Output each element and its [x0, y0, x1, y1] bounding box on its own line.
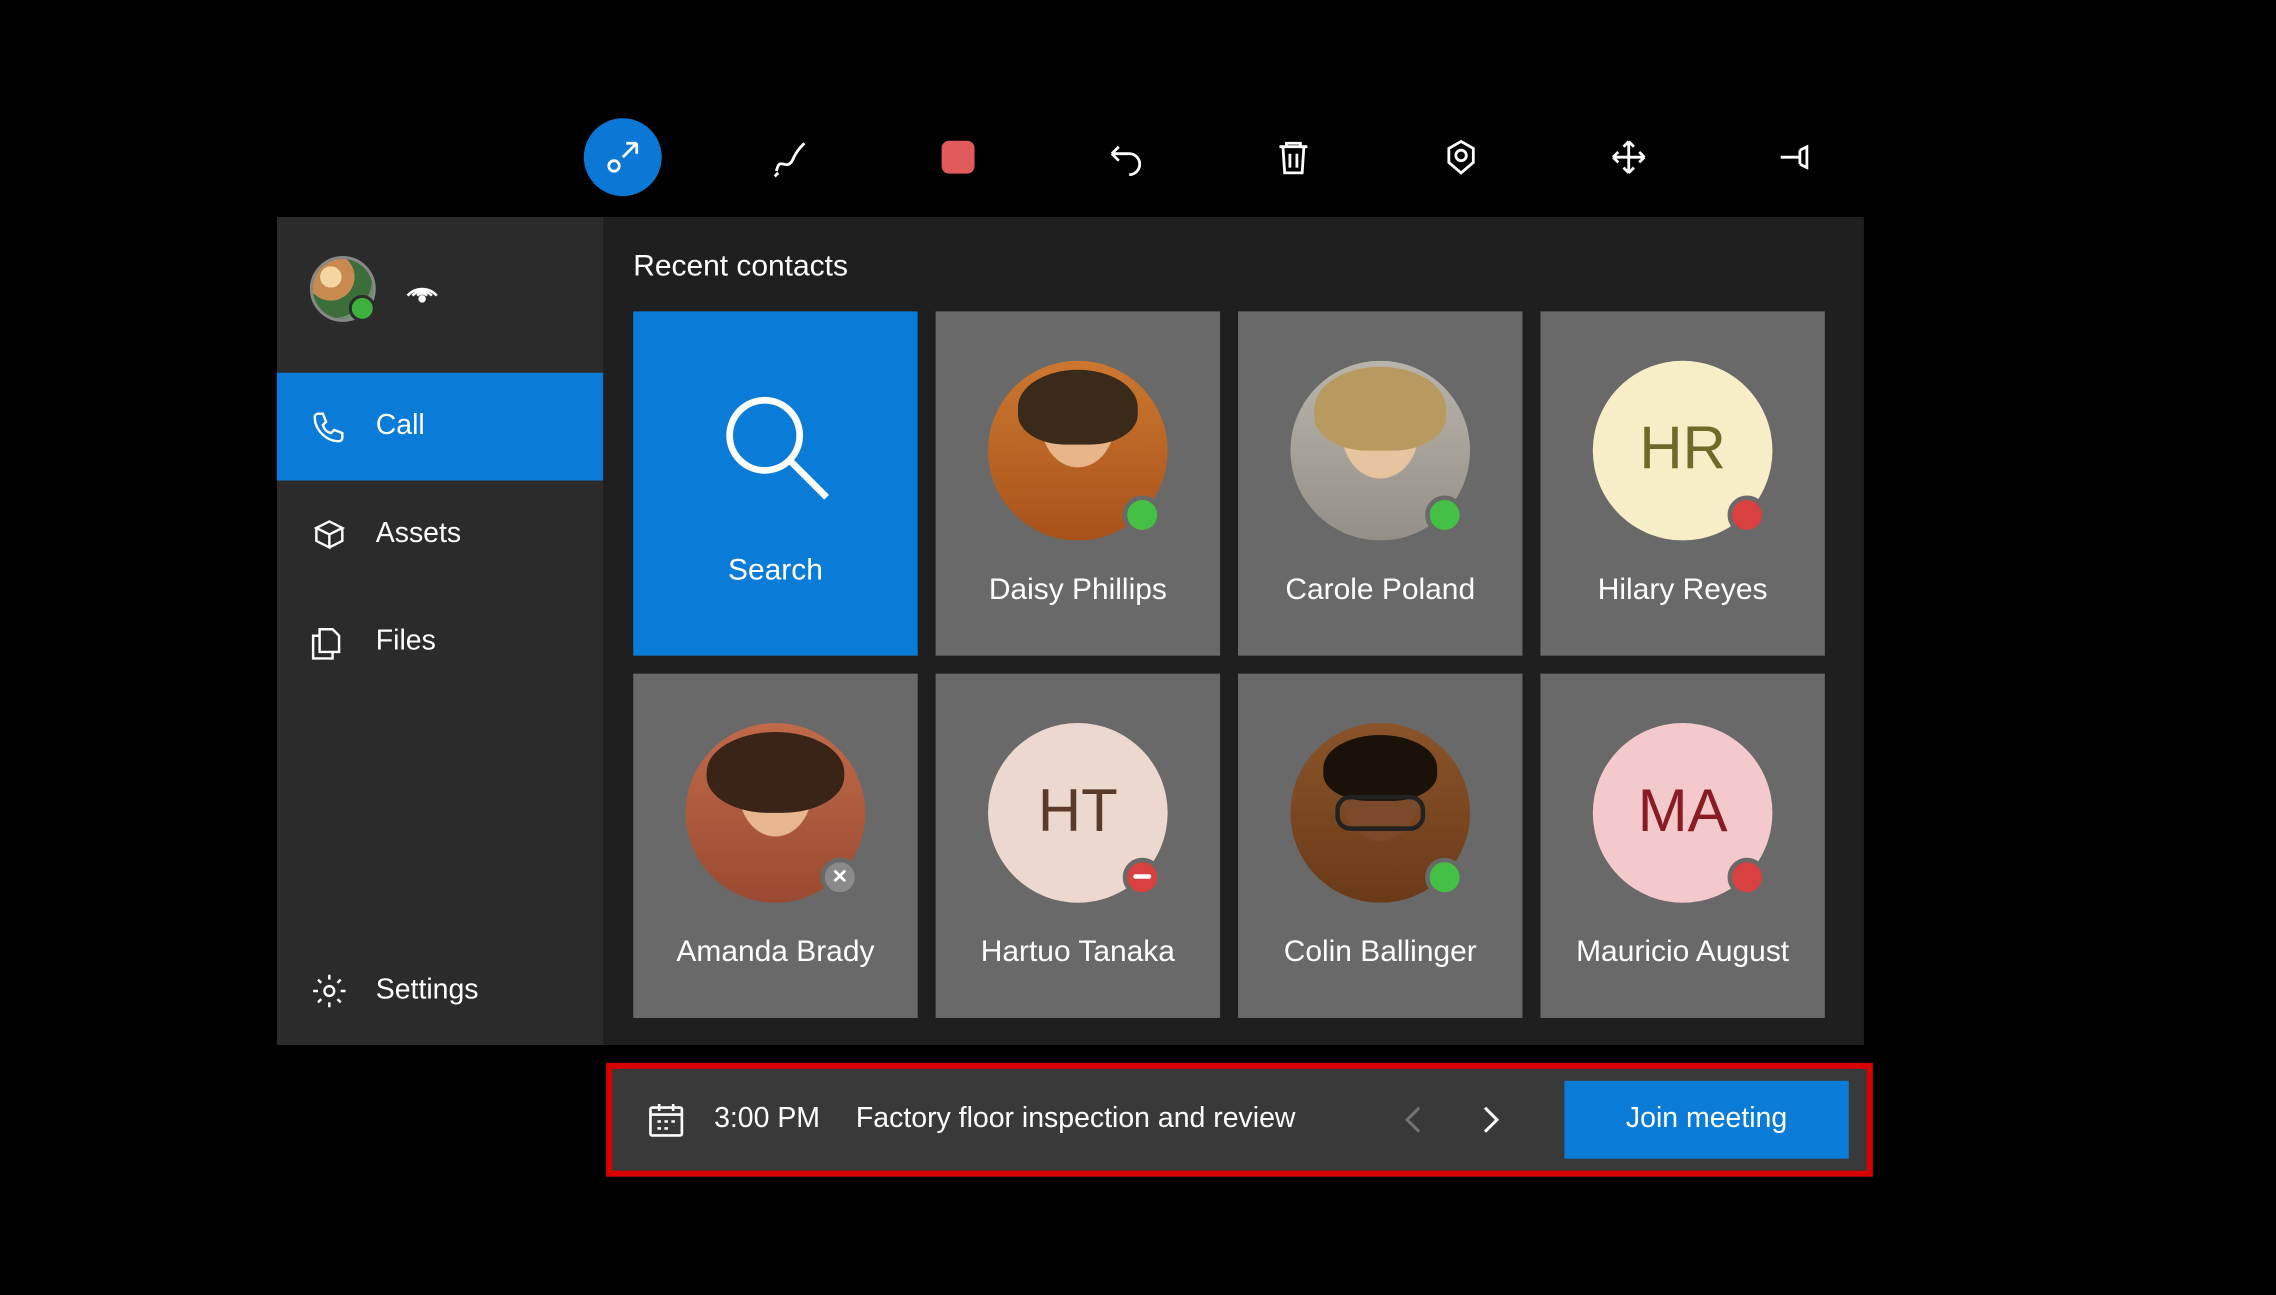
- contact-avatar: [1290, 722, 1470, 902]
- presence-badge: [1425, 495, 1464, 534]
- contact-name: Hilary Reyes: [1598, 573, 1768, 607]
- join-meeting-label: Join meeting: [1626, 1103, 1787, 1136]
- box-icon: [310, 515, 349, 554]
- sidebar-item-call[interactable]: Call: [277, 373, 603, 481]
- contact-name: Hartuo Tanaka: [981, 935, 1175, 969]
- sidebar-item-label: Settings: [376, 975, 479, 1008]
- network-status-icon: [403, 266, 442, 312]
- phone-icon: [310, 407, 349, 446]
- content-area: Recent contacts Search Daisy Phillips Car…: [603, 217, 1863, 1045]
- meeting-next-button[interactable]: [1466, 1094, 1517, 1145]
- presence-badge: [1123, 495, 1162, 534]
- files-icon: [310, 623, 349, 662]
- contact-tile[interactable]: HT Hartuo Tanaka: [936, 674, 1220, 1018]
- contact-tile[interactable]: Carole Poland: [1238, 311, 1522, 655]
- presence-badge: [1425, 857, 1464, 896]
- contact-tile[interactable]: Daisy Phillips: [936, 311, 1220, 655]
- red-square-icon: [942, 141, 975, 174]
- contact-name: Colin Ballinger: [1284, 935, 1477, 969]
- contact-tile[interactable]: MA Mauricio August: [1540, 674, 1824, 1018]
- user-avatar[interactable]: [310, 256, 376, 322]
- undo-tool-button[interactable]: [1087, 118, 1165, 196]
- contact-name: Daisy Phillips: [989, 573, 1167, 607]
- profile-row: [277, 217, 603, 373]
- sidebar-item-label: Assets: [376, 518, 461, 551]
- move-tool-button[interactable]: [1590, 118, 1668, 196]
- contact-name: Carole Poland: [1285, 573, 1475, 607]
- sidebar-item-label: Call: [376, 410, 425, 443]
- ink-tool-button[interactable]: [751, 118, 829, 196]
- camera-tool-button[interactable]: [1422, 118, 1500, 196]
- calendar-icon: [645, 1099, 687, 1141]
- presence-badge: [820, 857, 859, 896]
- sidebar-nav: Call Assets Files Settings: [277, 373, 603, 1045]
- meeting-title: Factory floor inspection and review: [856, 1103, 1296, 1136]
- top-toolbar: [584, 105, 1835, 210]
- shape-tool-button[interactable]: [919, 118, 997, 196]
- delete-tool-button[interactable]: [1254, 118, 1332, 196]
- meeting-bar: 3:00 PM Factory floor inspection and rev…: [606, 1063, 1872, 1177]
- search-tile[interactable]: Search: [633, 311, 917, 655]
- contact-tile[interactable]: HR Hilary Reyes: [1540, 311, 1824, 655]
- presence-badge: [1123, 857, 1162, 896]
- contact-tile[interactable]: Colin Ballinger: [1238, 674, 1522, 1018]
- gear-icon: [310, 972, 349, 1011]
- collapse-tool-button[interactable]: [584, 118, 662, 196]
- search-icon: [708, 379, 843, 521]
- sidebar: Call Assets Files Settings: [277, 217, 603, 1045]
- contact-avatar: [686, 722, 866, 902]
- presence-badge: [1728, 857, 1767, 896]
- contact-initials: HT: [988, 722, 1168, 902]
- contact-initials: MA: [1593, 722, 1773, 902]
- search-tile-label: Search: [728, 554, 823, 588]
- main-panel: Call Assets Files Settings Recent co: [277, 217, 1864, 1045]
- contact-tile[interactable]: Amanda Brady: [633, 674, 917, 1018]
- contact-initials: HR: [1593, 360, 1773, 540]
- sidebar-item-files[interactable]: Files: [277, 588, 603, 696]
- sidebar-item-settings[interactable]: Settings: [277, 937, 603, 1045]
- meeting-prev-button[interactable]: [1388, 1094, 1439, 1145]
- contacts-grid: Search Daisy Phillips Carole Poland HR Hila…: [633, 311, 1834, 1018]
- meeting-time: 3:00 PM: [714, 1103, 820, 1136]
- join-meeting-button[interactable]: Join meeting: [1564, 1081, 1848, 1159]
- contact-avatar: [1290, 360, 1470, 540]
- section-title: Recent contacts: [633, 250, 1834, 284]
- contact-name: Mauricio August: [1576, 935, 1789, 969]
- contact-avatar: [988, 360, 1168, 540]
- sidebar-item-label: Files: [376, 626, 436, 659]
- presence-badge: [1728, 495, 1767, 534]
- contact-name: Amanda Brady: [676, 935, 874, 969]
- sidebar-item-assets[interactable]: Assets: [277, 481, 603, 589]
- pin-tool-button[interactable]: [1757, 118, 1835, 196]
